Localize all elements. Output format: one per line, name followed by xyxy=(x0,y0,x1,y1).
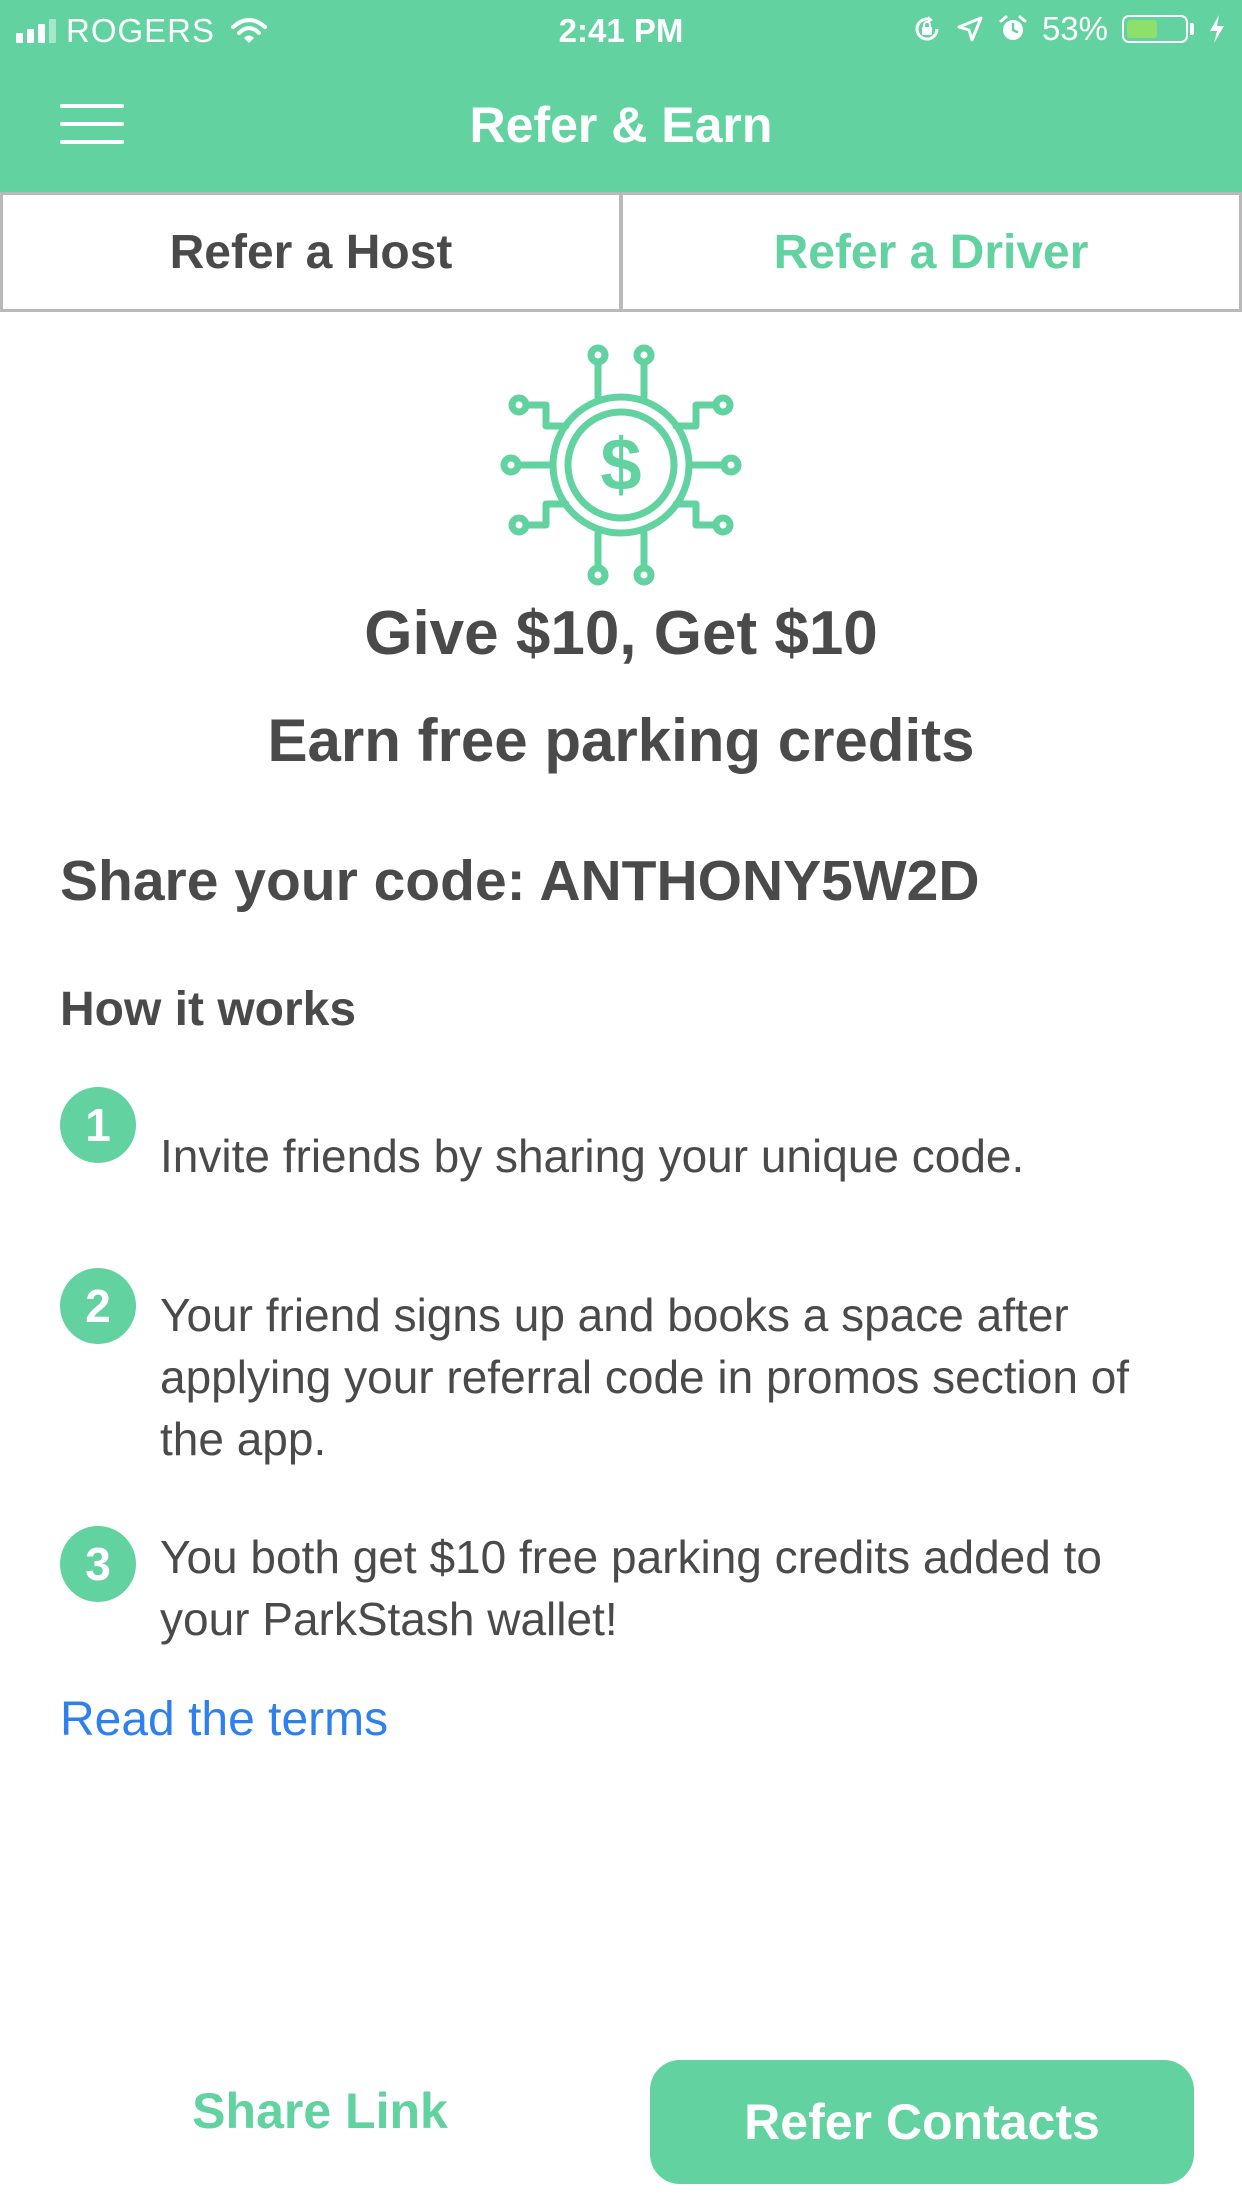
nav-bar: Refer & Earn xyxy=(0,62,1242,192)
alarm-icon xyxy=(999,15,1027,40)
refer-contacts-button[interactable]: Refer Contacts xyxy=(650,2060,1194,2184)
status-right: 53% xyxy=(912,10,1226,48)
hero-headline: Give $10, Get $10 xyxy=(364,599,878,668)
location-icon xyxy=(957,16,983,42)
battery-icon xyxy=(1122,15,1194,43)
share-code: Share your code: ANTHONY5W2D xyxy=(60,849,980,913)
tab-refer-driver[interactable]: Refer a Driver xyxy=(621,192,1242,312)
status-bar: ROGERS 2:41 PM 53% xyxy=(0,0,1242,62)
dollar-circuit-icon: $ xyxy=(500,344,742,586)
tab-bar: Refer a Host Refer a Driver xyxy=(0,192,1242,312)
step-text: Invite friends by sharing your unique co… xyxy=(160,1130,1025,1182)
step-text: Your friend signs up and books a space a… xyxy=(160,1289,1130,1465)
charging-icon xyxy=(1210,15,1224,43)
hero-subheadline: Earn free parking credits xyxy=(267,707,975,774)
step-text: You both get $10 free parking credits ad… xyxy=(160,1531,1102,1645)
how-it-works-title: How it works xyxy=(60,983,357,1036)
page-title: Refer & Earn xyxy=(469,97,773,153)
app-header: ROGERS 2:41 PM 53% Refer & Earn xyxy=(0,0,1242,192)
svg-text:$: $ xyxy=(600,423,641,506)
step-number-badge: 1 xyxy=(60,1087,136,1163)
tab-refer-host[interactable]: Refer a Host xyxy=(0,192,621,312)
orientation-lock-icon xyxy=(915,16,939,41)
step-number-badge: 3 xyxy=(60,1526,136,1602)
read-terms-link[interactable]: Read the terms xyxy=(60,1692,388,1747)
share-link-button[interactable]: Share Link xyxy=(100,2082,540,2140)
battery-percent: 53% xyxy=(1041,10,1108,47)
battery-fill xyxy=(1127,20,1157,38)
step-number-badge: 2 xyxy=(60,1268,136,1344)
